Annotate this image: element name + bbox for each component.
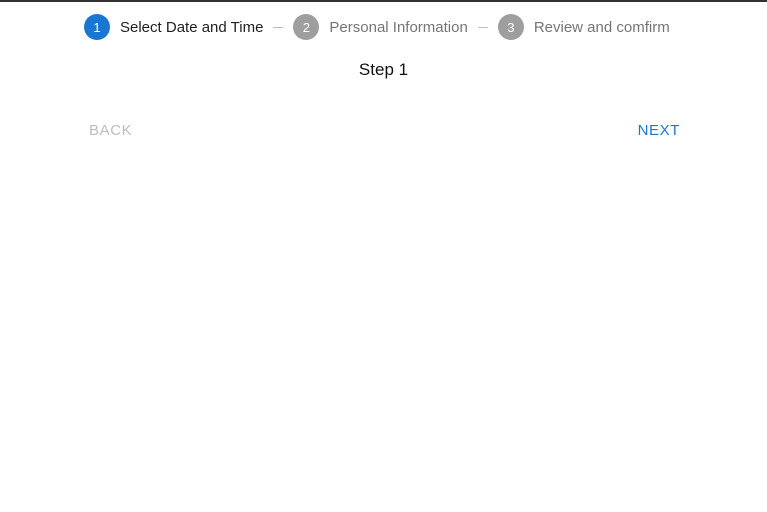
- step-3[interactable]: 3 Review and comfirm: [497, 14, 670, 40]
- step-2-label: Personal Information: [329, 18, 468, 36]
- step-title: Step 1: [358, 60, 409, 79]
- step-3-circle: 3: [497, 14, 524, 40]
- back-button[interactable]: BACK: [85, 120, 136, 141]
- step-2-circle: 2: [293, 14, 320, 40]
- step-3-label: Review and comfirm: [533, 18, 670, 36]
- step-connector: [477, 26, 488, 28]
- page: 1 Select Date and Time 2 Personal Inform…: [0, 0, 767, 512]
- step-2[interactable]: 2 Personal Information: [293, 14, 468, 40]
- step-1-circle: 1: [84, 14, 110, 40]
- stepper: 1 Select Date and Time 2 Personal Inform…: [84, 14, 670, 40]
- step-1-label: Select Date and Time: [120, 18, 264, 36]
- step-connector: [273, 26, 284, 28]
- next-button[interactable]: NEXT: [634, 120, 684, 141]
- step-1[interactable]: 1 Select Date and Time: [84, 14, 263, 40]
